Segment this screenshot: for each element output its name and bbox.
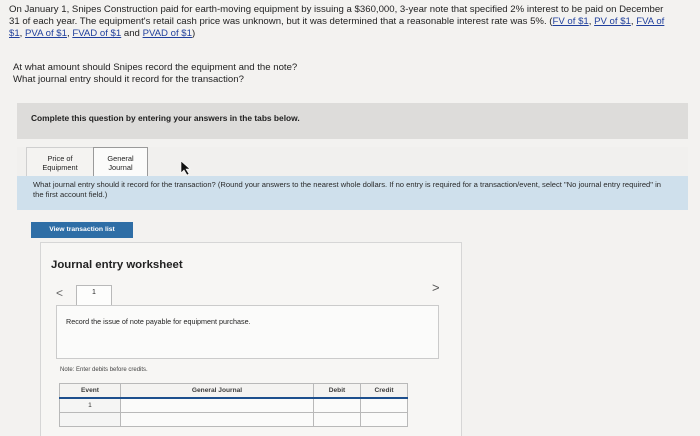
problem-intro: On January 1, Snipes Construction paid f… bbox=[9, 4, 665, 39]
link-pvad[interactable]: PVAD of $1 bbox=[143, 28, 192, 39]
worksheet-title: Journal entry worksheet bbox=[51, 259, 183, 271]
prev-arrow-icon[interactable]: < bbox=[56, 286, 63, 300]
record-prompt-box bbox=[56, 305, 439, 359]
link-pv[interactable]: PV of $1 bbox=[594, 16, 631, 27]
col-header-general-journal: General Journal bbox=[120, 383, 314, 399]
col-header-debit: Debit bbox=[313, 383, 361, 399]
event-cell: 1 bbox=[59, 397, 121, 413]
complete-question-text: Complete this question by entering your … bbox=[31, 113, 300, 123]
col-header-event: Event bbox=[59, 383, 121, 399]
tab-general-journal[interactable]: General Journal bbox=[93, 147, 148, 177]
problem-questions: At what amount should Snipes record the … bbox=[13, 62, 513, 86]
mouse-cursor-icon bbox=[180, 160, 191, 176]
question-1: At what amount should Snipes record the … bbox=[13, 62, 298, 73]
journal-entry-table: Event General Journal Debit Credit 1 bbox=[59, 383, 408, 427]
link-fv[interactable]: FV of $1 bbox=[552, 16, 588, 27]
col-header-credit: Credit bbox=[360, 383, 408, 399]
credit-input[interactable] bbox=[360, 397, 408, 413]
debit-input[interactable] bbox=[313, 412, 361, 427]
tab-price-of-equipment[interactable]: Price of Equipment bbox=[26, 147, 94, 177]
account-select[interactable] bbox=[120, 412, 314, 427]
link-pva[interactable]: PVA of $1 bbox=[25, 28, 67, 39]
link-fvad[interactable]: FVAD of $1 bbox=[72, 28, 121, 39]
credit-input[interactable] bbox=[360, 412, 408, 427]
table-row: 1 bbox=[59, 397, 408, 413]
table-row bbox=[59, 412, 408, 427]
debit-credit-note: Note: Enter debits before credits. bbox=[60, 367, 148, 373]
debit-input[interactable] bbox=[313, 397, 361, 413]
event-cell bbox=[59, 412, 121, 427]
instructions-text: What journal entry should it record for … bbox=[33, 180, 661, 199]
account-select[interactable] bbox=[120, 397, 314, 413]
record-prompt-text: Record the issue of note payable for equ… bbox=[66, 317, 251, 326]
next-arrow-icon[interactable]: > bbox=[432, 280, 440, 295]
question-2: What journal entry should it record for … bbox=[13, 74, 244, 85]
view-transaction-list-button[interactable]: View transaction list bbox=[31, 222, 133, 238]
